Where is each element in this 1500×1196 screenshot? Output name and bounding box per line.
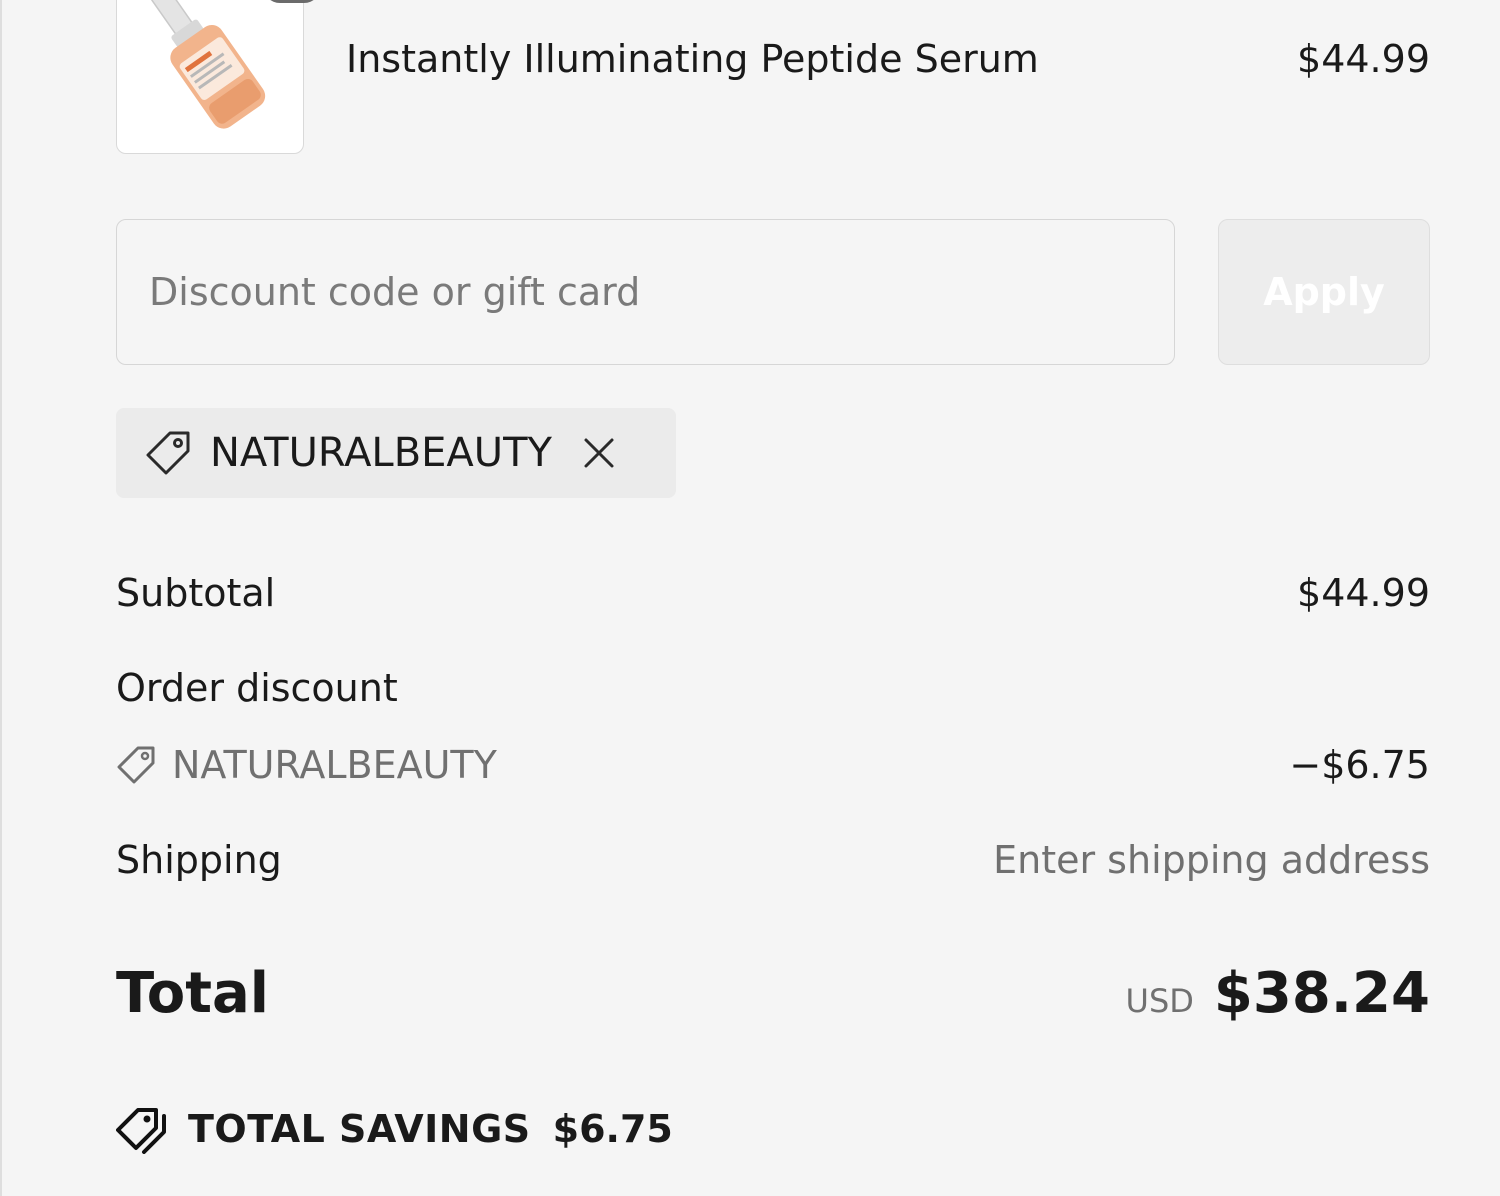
tags-icon	[116, 1108, 166, 1154]
product-thumbnail	[116, 0, 321, 154]
serum-bottle-image	[150, 0, 266, 129]
total-amount: $38.24	[1213, 961, 1430, 1026]
product-name: Instantly Illuminating Peptide Serum	[346, 37, 1039, 81]
sidebar-divider	[0, 0, 2, 1196]
total-label: Total	[116, 961, 269, 1026]
subtotal-label: Subtotal	[116, 571, 276, 615]
tag-icon	[146, 431, 190, 475]
shipping-value: Enter shipping address	[993, 838, 1430, 882]
currency-code: USD	[1125, 982, 1194, 1020]
remove-discount-close-icon[interactable]	[582, 436, 616, 470]
subtotal-value: $44.99	[1297, 571, 1430, 615]
discount-code-input[interactable]	[116, 219, 1175, 365]
discount-code-line: NATURALBEAUTY	[116, 740, 497, 790]
total-savings-amount: $6.75	[552, 1107, 673, 1151]
product-price: $44.99	[1297, 37, 1430, 81]
applied-code-label: NATURALBEAUTY	[210, 430, 552, 476]
applied-discount-chip: NATURALBEAUTY	[116, 408, 676, 498]
total-savings: TOTAL SAVINGS $6.75	[116, 1104, 673, 1154]
order-summary-panel: Instantly Illuminating Peptide Serum $44…	[116, 0, 1430, 1196]
shipping-label: Shipping	[116, 838, 282, 882]
tag-icon	[117, 746, 155, 784]
discount-value: −$6.75	[1289, 743, 1430, 787]
total-value-group: USD $38.24	[1126, 960, 1430, 1028]
order-discount-label: Order discount	[116, 666, 398, 710]
total-savings-label: TOTAL SAVINGS	[188, 1107, 531, 1151]
discount-code-name: NATURALBEAUTY	[172, 743, 497, 787]
apply-discount-button[interactable]: Apply	[1218, 219, 1430, 365]
